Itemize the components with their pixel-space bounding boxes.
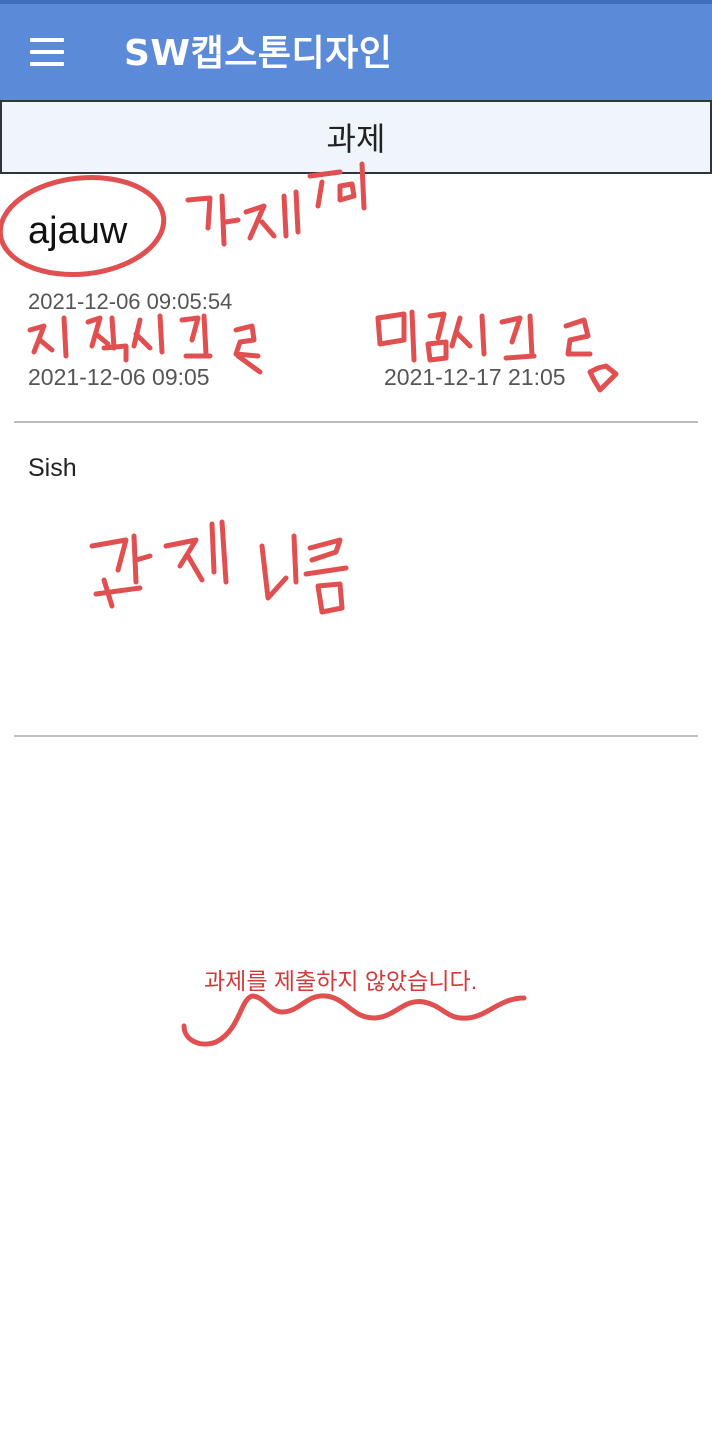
start-time: 2021-12-06 09:05 bbox=[28, 364, 210, 390]
assignment-title: ajauw bbox=[28, 210, 128, 252]
app-bar: SW캡스톤디자인 bbox=[0, 0, 712, 100]
hamburger-menu-icon[interactable] bbox=[30, 38, 66, 66]
annotation-content-note bbox=[89, 519, 349, 615]
submission-status: 과제를 제출하지 않았습니다. bbox=[204, 968, 478, 994]
created-at: 2021-12-06 09:05:54 bbox=[28, 289, 233, 314]
tab-assignment[interactable]: 과제 bbox=[0, 100, 712, 174]
divider bbox=[14, 421, 698, 423]
app-title: SW캡스톤디자인 bbox=[124, 33, 393, 74]
due-time: 2021-12-17 21:05 bbox=[384, 364, 566, 390]
annotation-underline bbox=[181, 993, 527, 1047]
divider bbox=[14, 735, 698, 737]
annotation-title-note bbox=[185, 161, 367, 247]
assignment-content: Sish bbox=[28, 454, 77, 482]
